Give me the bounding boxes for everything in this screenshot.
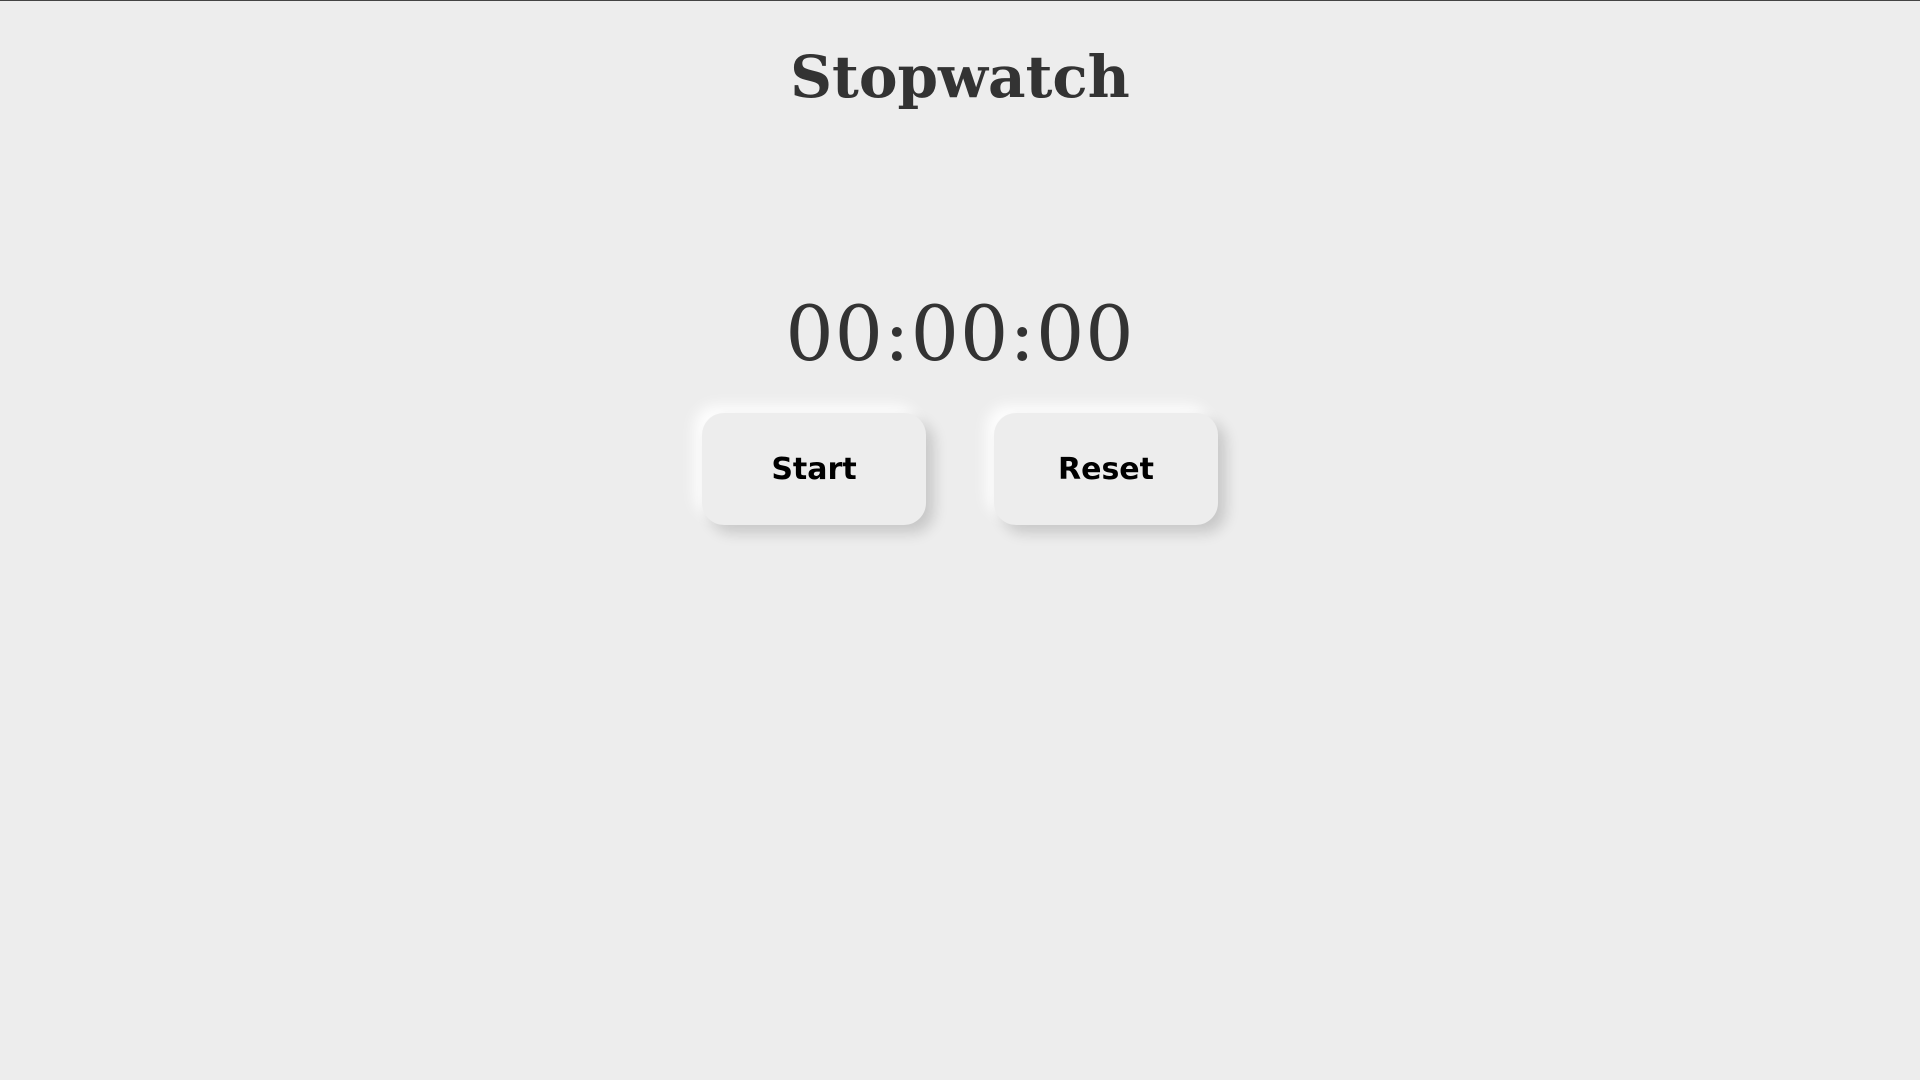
controls: Start Reset [702,413,1218,525]
timer-display: 00:00:00 [785,289,1135,378]
reset-button[interactable]: Reset [994,413,1218,525]
start-button[interactable]: Start [702,413,926,525]
page-title: Stopwatch [790,43,1130,111]
